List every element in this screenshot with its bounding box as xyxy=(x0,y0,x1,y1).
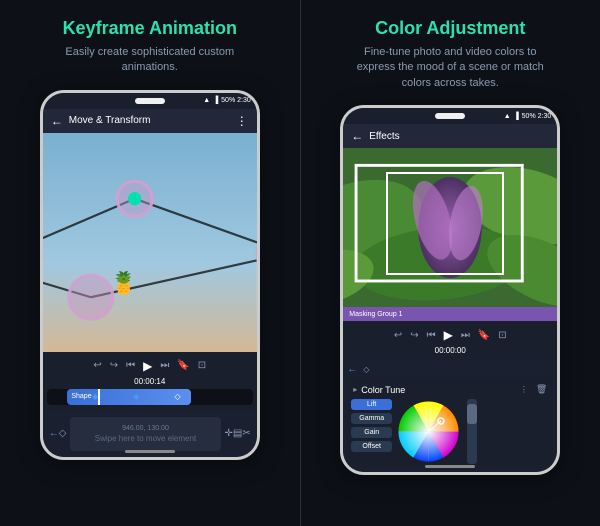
right-redo-button[interactable]: ↪ xyxy=(410,330,418,341)
color-tune-menu[interactable]: ⋮ xyxy=(520,385,528,394)
right-panel-subtitle: Fine-tune photo and video colors to expr… xyxy=(350,45,550,91)
right-panel: Color Adjustment Fine-tune photo and vid… xyxy=(301,0,600,526)
coord-display: 946.00, 130.00 xyxy=(78,425,212,432)
right-undo-button[interactable]: ↩ xyxy=(394,330,402,341)
right-back-button[interactable]: ← xyxy=(351,129,363,143)
left-home-bar xyxy=(125,450,175,453)
gain-button[interactable]: Gain xyxy=(351,427,392,438)
color-wheel-svg xyxy=(396,399,461,464)
swipe-area[interactable]: 946.00, 130.00 Swipe here to move elemen… xyxy=(70,417,220,451)
left-diamond-icon: ◇ xyxy=(59,428,67,439)
left-panel-subtitle: Easily create sophisticated custom anima… xyxy=(50,45,250,76)
right-skip-start-button[interactable]: ⏮ xyxy=(427,330,436,341)
left-panel-title: Keyframe Animation xyxy=(63,18,237,39)
left-timeline-track[interactable]: Shape ◆ ◆ ◇ xyxy=(47,389,253,405)
color-tune-title: Color Tune xyxy=(361,385,516,395)
undo-button[interactable]: ↩ xyxy=(93,360,101,371)
signal-icon: ▐ xyxy=(213,97,218,104)
diamond-marker-left: ◆ xyxy=(92,392,98,401)
lift-button[interactable]: Lift xyxy=(351,399,392,410)
diamond-marker-right: ◇ xyxy=(174,392,180,401)
right-phone: ▲ ▐ 50% 2:30 ← Effects xyxy=(340,105,560,475)
right-video-content xyxy=(343,148,557,307)
color-tune-header: ▸ Color Tune ⋮ 🗑 xyxy=(351,382,549,399)
swipe-hint: Swipe here to move element xyxy=(78,434,212,443)
selection-box xyxy=(386,172,504,275)
wifi-icon: ▲ xyxy=(203,97,210,104)
color-wheel-container[interactable] xyxy=(396,399,461,464)
right-signal-icon: ▐ xyxy=(514,113,519,120)
color-scrollbar[interactable] xyxy=(467,399,477,464)
left-back-button[interactable]: ← xyxy=(51,114,63,128)
left-timeline-area: ↩ ↪ ⏮ ▶ ⏭ 🔖 ⊡ 00:00:14 Shape ◆ ◆ xyxy=(43,352,257,411)
play-button[interactable]: ▶ xyxy=(143,359,152,373)
phone-notch-right xyxy=(435,113,465,119)
battery-text: 50% 2:30 xyxy=(221,97,251,104)
right-timeline-area: ↩ ↪ ⏮ ▶ ⏭ 🔖 ⊡ 00:00:00 xyxy=(343,321,557,360)
right-screen-title: Effects xyxy=(369,131,549,142)
color-scroll-thumb xyxy=(467,404,477,424)
color-tune-delete[interactable]: 🗑 xyxy=(536,384,547,395)
right-transport-controls: ↩ ↪ ⏮ ▶ ⏭ 🔖 ⊡ xyxy=(343,325,557,345)
right-panel-title: Color Adjustment xyxy=(375,18,525,39)
right-arrow-icon[interactable]: ← xyxy=(347,364,357,375)
left-screen-title: Move & Transform xyxy=(69,115,230,126)
left-bottom-controls: ← ◇ 946.00, 130.00 Swipe here to move el… xyxy=(49,415,251,453)
color-tune-section: ← ◇ ▸ Color Tune ⋮ 🗑 Lift Gamma G xyxy=(343,360,557,472)
right-play-button[interactable]: ▶ xyxy=(444,328,453,342)
skip-end-button[interactable]: ⏭ xyxy=(160,360,169,371)
timeline-playhead xyxy=(98,389,100,405)
left-panel: Keyframe Animation Easily create sophist… xyxy=(0,0,300,526)
right-wifi-icon: ▲ xyxy=(504,113,511,120)
right-phone-inner: ▲ ▐ 50% 2:30 ← Effects xyxy=(343,108,557,472)
left-status-icons: ▲ ▐ 50% 2:30 xyxy=(203,97,251,104)
right-crop-button[interactable]: ⊡ xyxy=(498,330,506,341)
left-arrow-icon[interactable]: ← xyxy=(49,428,59,439)
phone-notch-left xyxy=(135,98,165,104)
right-battery-text: 50% 2:30 xyxy=(522,113,552,120)
diamond-marker-center: ◆ xyxy=(133,392,139,401)
color-tune-content: Lift Gamma Gain Offset xyxy=(351,399,549,464)
crop-button[interactable]: ⊡ xyxy=(198,360,206,371)
color-tune-panel: ▸ Color Tune ⋮ 🗑 Lift Gamma Gain Offset xyxy=(347,378,553,468)
right-status-icons: ▲ ▐ 50% 2:30 xyxy=(504,113,552,120)
left-transport-controls: ↩ ↪ ⏮ ▶ ⏭ 🔖 ⊡ xyxy=(43,356,257,376)
left-video-preview: 🍍 xyxy=(43,133,257,352)
right-bookmark-button[interactable]: 🔖 xyxy=(478,330,490,341)
right-bottom-controls: ← ◇ xyxy=(347,364,553,375)
clip-label: Shape xyxy=(71,393,91,400)
svg-text:🍍: 🍍 xyxy=(110,270,137,295)
move-icon[interactable]: ✛ xyxy=(225,428,233,439)
right-home-bar xyxy=(425,465,475,468)
left-phone-inner: ▲ ▐ 50% 2:30 ← Move & Transform ⋮ xyxy=(43,93,257,457)
keyframe-animation-svg: 🍍 xyxy=(43,133,257,352)
left-timecode: 00:00:14 xyxy=(43,376,257,387)
redo-button[interactable]: ↪ xyxy=(110,360,118,371)
masking-bar: Masking Group 1 xyxy=(343,307,557,321)
right-video-preview xyxy=(343,148,557,307)
color-tune-expand-icon[interactable]: ▸ xyxy=(353,385,357,394)
left-top-bar: ← Move & Transform ⋮ xyxy=(43,109,257,133)
layers-icon: ▤ xyxy=(233,428,242,439)
right-timecode: 00:00:00 xyxy=(343,345,557,356)
offset-button[interactable]: Offset xyxy=(351,441,392,452)
right-diamond-icon: ◇ xyxy=(363,365,369,374)
right-top-bar: ← Effects xyxy=(343,124,557,148)
masking-label: Masking Group 1 xyxy=(349,311,402,318)
left-menu-button[interactable]: ⋮ xyxy=(236,114,249,128)
skip-start-button[interactable]: ⏮ xyxy=(126,360,135,371)
gamma-button[interactable]: Gamma xyxy=(351,413,392,424)
left-phone: ▲ ▐ 50% 2:30 ← Move & Transform ⋮ xyxy=(40,90,260,460)
left-video-content: 🍍 xyxy=(43,133,257,352)
left-timeline-clip[interactable]: Shape xyxy=(67,389,191,405)
right-skip-end-button[interactable]: ⏭ xyxy=(461,330,470,341)
scissors-icon: ✂ xyxy=(242,428,250,439)
color-params-list: Lift Gamma Gain Offset xyxy=(351,399,392,464)
bookmark-button[interactable]: 🔖 xyxy=(177,360,189,371)
